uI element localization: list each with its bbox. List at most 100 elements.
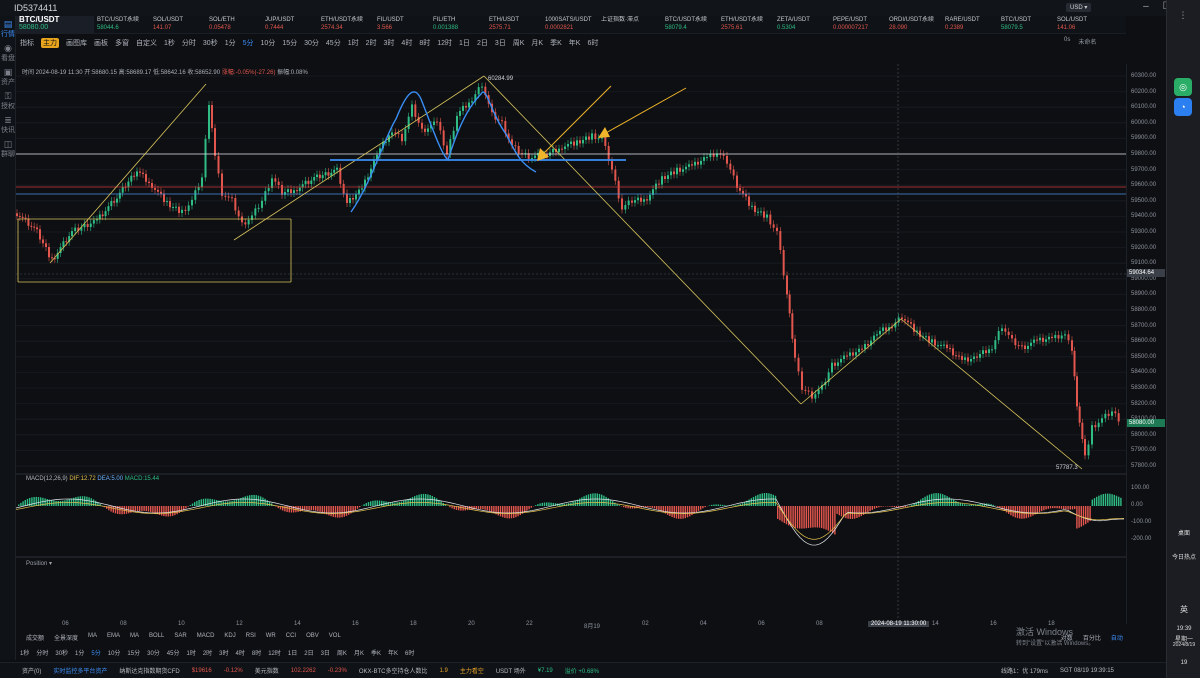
- toolbar-item[interactable]: 5分: [243, 38, 254, 48]
- ticker-item[interactable]: ETH/USDT永续 2574.34: [318, 16, 374, 33]
- toolbar-item[interactable]: 8时: [419, 38, 430, 48]
- indicator-tab[interactable]: CCI: [286, 633, 296, 645]
- sidebar-item-5[interactable]: ◫ 群聊: [0, 136, 16, 160]
- wechat-icon[interactable]: ◎: [1174, 78, 1192, 96]
- scale-option[interactable]: 自动: [1111, 633, 1123, 645]
- toolbar-item[interactable]: 30分: [304, 38, 319, 48]
- toolbar-item[interactable]: 年K: [569, 38, 581, 48]
- position-label[interactable]: Position ▾: [26, 560, 52, 567]
- toolbar-item[interactable]: 30秒: [203, 38, 218, 48]
- toolbar-item[interactable]: 自定义: [136, 38, 157, 48]
- sidebar-item-4[interactable]: ≣ 快讯: [0, 112, 16, 136]
- ticker-item[interactable]: 上证指数·滞点: [598, 16, 662, 33]
- indicator-tab[interactable]: SAR: [174, 633, 186, 645]
- toolbar-item[interactable]: 1日: [459, 38, 470, 48]
- ticker-item[interactable]: ETH/USDT永续 2575.61: [718, 16, 774, 33]
- connection-line[interactable]: 线路1：优 179ms: [1001, 666, 1048, 675]
- toolbar-item[interactable]: 1分: [225, 38, 236, 48]
- timeframe-option[interactable]: 月K: [354, 648, 364, 658]
- ticker-item[interactable]: SOL/USDT 141.07: [150, 16, 206, 33]
- timeframe-option[interactable]: 年K: [388, 648, 398, 658]
- candlestick-chart[interactable]: 60284.99 57787.3: [16, 64, 1126, 624]
- timeframe-option[interactable]: 6时: [405, 648, 414, 658]
- ticker-item[interactable]: RARE/USDT 0.2389: [942, 16, 998, 33]
- indicator-tab[interactable]: MA: [88, 633, 97, 645]
- indicator-tab[interactable]: KDJ: [224, 633, 235, 645]
- timeframe-option[interactable]: 15分: [127, 648, 140, 658]
- toolbar-item[interactable]: 指标: [20, 38, 34, 48]
- indicator-tab[interactable]: MACD: [197, 633, 215, 645]
- toolbar-item[interactable]: 季K: [550, 38, 562, 48]
- toolbar-item[interactable]: 3日: [495, 38, 506, 48]
- indicator-tab[interactable]: 成交额: [26, 633, 44, 645]
- timeframe-option[interactable]: 1分: [75, 648, 84, 658]
- ticker-item[interactable]: JUP/USDT 0.7444: [262, 16, 318, 33]
- timeframe-option[interactable]: 45分: [167, 648, 180, 658]
- toolbar-item[interactable]: 画板: [94, 38, 108, 48]
- price-axis[interactable]: 60300.00 60200.00 60100.00 60000.00 59900.00…: [1126, 64, 1166, 624]
- toolbar-item[interactable]: 多窗: [115, 38, 129, 48]
- sidebar-item-1[interactable]: ◉ 看盘: [0, 40, 16, 64]
- toolbar-item[interactable]: 分时: [182, 38, 196, 48]
- ticker-item[interactable]: FIL/ETH 0.001388: [430, 16, 486, 33]
- timeframe-option[interactable]: 1秒: [20, 648, 29, 658]
- minimize-icon[interactable]: –: [1143, 1, 1149, 12]
- indicator-tab[interactable]: RSI: [246, 633, 256, 645]
- notification-count[interactable]: 19: [1169, 660, 1199, 666]
- toolbar-right-item[interactable]: 未命名: [1078, 37, 1096, 46]
- time-axis[interactable]: 0608101214161820228月19020406081014161820…: [16, 621, 1126, 631]
- toolbar-item[interactable]: 3时: [384, 38, 395, 48]
- ime-indicator[interactable]: 英: [1169, 604, 1199, 615]
- indicator-tab[interactable]: 全景深度: [54, 633, 78, 645]
- indicator-tab[interactable]: VOL: [329, 633, 341, 645]
- toolbar-item[interactable]: 2时: [366, 38, 377, 48]
- indicator-tab[interactable]: OBV: [306, 633, 319, 645]
- timeframe-option[interactable]: 12时: [268, 648, 281, 658]
- ticker-item[interactable]: 1000SATS/USDT 0.0002821: [542, 16, 598, 33]
- taskbar-time[interactable]: 19:39: [1169, 626, 1199, 632]
- timeframe-option[interactable]: 季K: [371, 648, 381, 658]
- toolbar-item[interactable]: 6时: [587, 38, 598, 48]
- toolbar-item[interactable]: 10分: [261, 38, 276, 48]
- timeframe-option[interactable]: 4时: [236, 648, 245, 658]
- toolbar-item[interactable]: 4时: [401, 38, 412, 48]
- timeframe-option[interactable]: 3时: [219, 648, 228, 658]
- toolbar-item[interactable]: 2日: [477, 38, 488, 48]
- toolbar-item[interactable]: 1时: [348, 38, 359, 48]
- toolbar-item[interactable]: 周K: [513, 38, 525, 48]
- app-menu-icon[interactable]: ⋮: [1174, 6, 1192, 24]
- timeframe-option[interactable]: 8时: [252, 648, 261, 658]
- toolbar-right-item[interactable]: 0s: [1064, 37, 1070, 46]
- toolbar-item[interactable]: 1秒: [164, 38, 175, 48]
- currency-select[interactable]: USD ▾: [1066, 3, 1092, 12]
- ticker-item[interactable]: ZETA/USDT 0.5304: [774, 16, 830, 33]
- ticker-item[interactable]: BTC/USDT 58080.00: [16, 16, 94, 33]
- taskbar-desktop[interactable]: 桌面: [1169, 528, 1199, 537]
- timeframe-option[interactable]: 5分: [91, 648, 100, 658]
- indicator-tab[interactable]: EMA: [107, 633, 120, 645]
- timeframe-option[interactable]: 1日: [288, 648, 297, 658]
- ticker-item[interactable]: BTC/USDT永续 58044.6: [94, 16, 150, 33]
- timeframe-option[interactable]: 30秒: [55, 648, 68, 658]
- toolbar-item[interactable]: 主力: [41, 38, 59, 48]
- ticker-item[interactable]: SOL/ETH 0.05478: [206, 16, 262, 33]
- indicator-tab[interactable]: MA: [130, 633, 139, 645]
- toolbar-item[interactable]: 月K: [531, 38, 543, 48]
- ticker-item[interactable]: BTC/USDT永续 58079.4: [662, 16, 718, 33]
- toolbar-item[interactable]: 15分: [282, 38, 297, 48]
- sidebar-item-0[interactable]: ▤ 行情: [0, 16, 16, 40]
- assets-count[interactable]: 资产(0): [22, 666, 41, 675]
- sidebar-item-3[interactable]: ⚿ 授权: [0, 88, 16, 112]
- timeframe-option[interactable]: 3日: [321, 648, 330, 658]
- toolbar-item[interactable]: 画图库: [66, 38, 87, 48]
- timeframe-option[interactable]: 1时: [186, 648, 195, 658]
- ticker-item[interactable]: BTC/USDT 58079.5: [998, 16, 1054, 33]
- timeframe-option[interactable]: 分时: [36, 648, 48, 658]
- ticker-item[interactable]: FIL/USDT 3.566: [374, 16, 430, 33]
- sidebar-item-2[interactable]: ▣ 资产: [0, 64, 16, 88]
- ticker-item[interactable]: ORDI/USDT永续 28.090: [886, 16, 942, 33]
- indicator-tab[interactable]: WR: [266, 633, 276, 645]
- toolbar-item[interactable]: 45分: [326, 38, 341, 48]
- indicator-tab[interactable]: BOLL: [149, 633, 164, 645]
- timeframe-option[interactable]: 10分: [108, 648, 121, 658]
